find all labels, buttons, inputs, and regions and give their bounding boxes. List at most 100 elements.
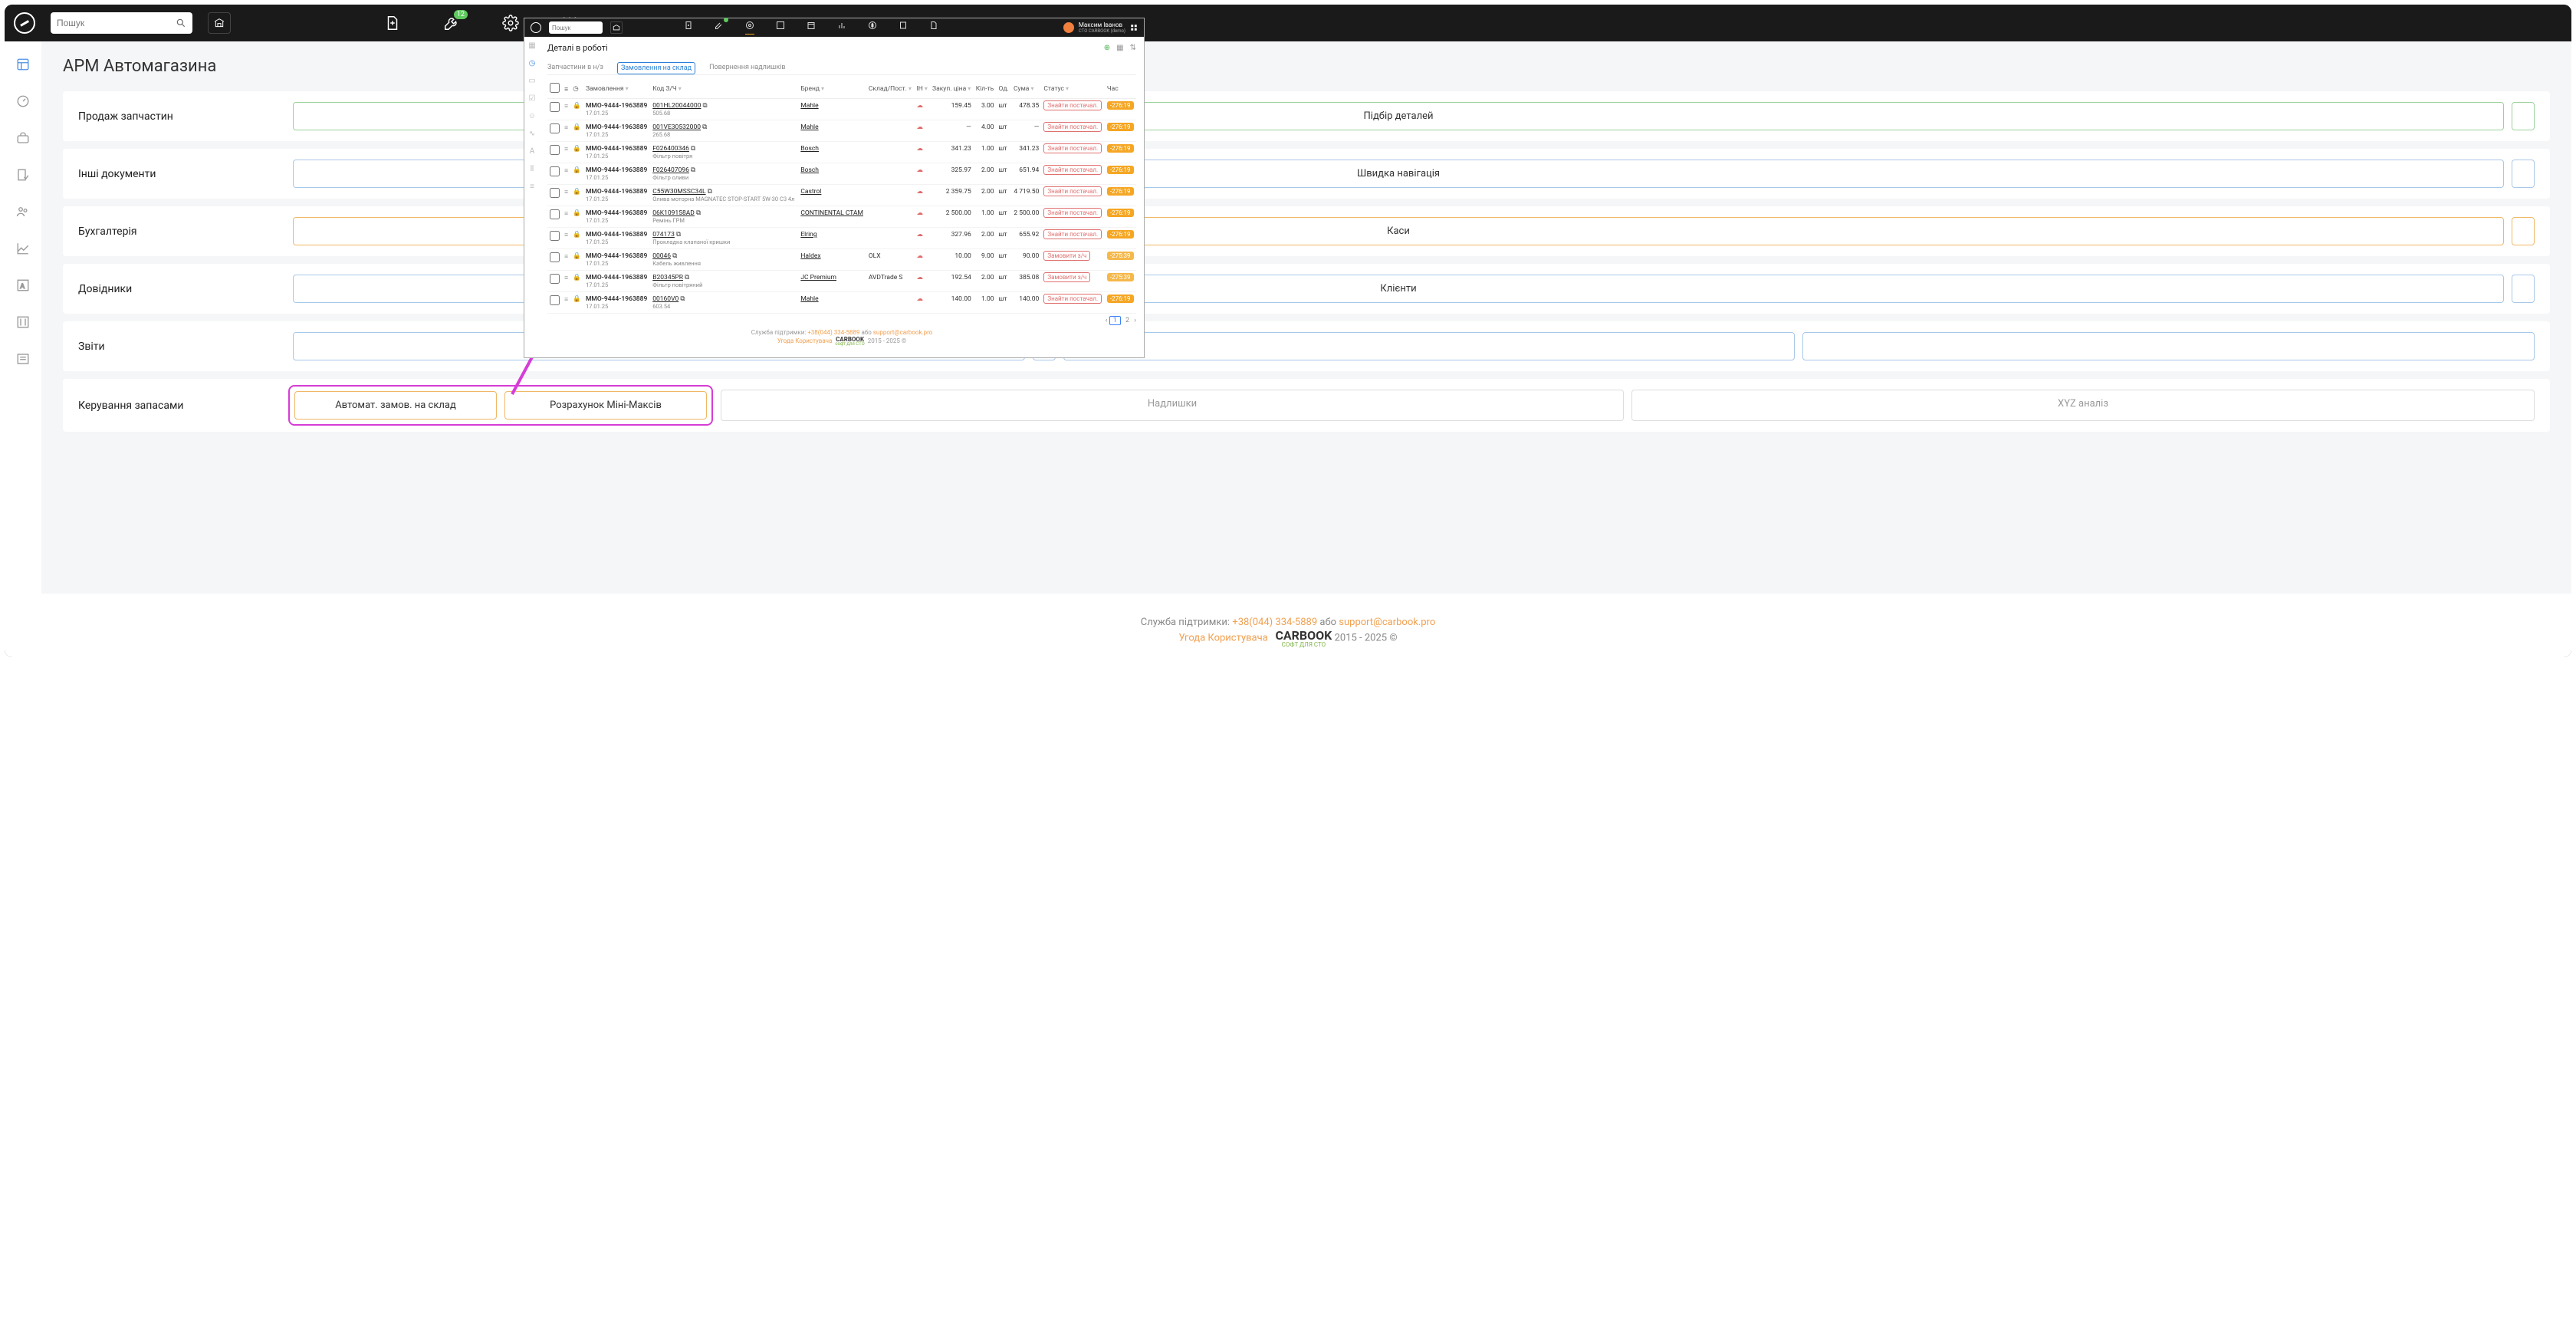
row-menu-icon[interactable]: ≡ — [564, 188, 568, 196]
mr-users-icon[interactable]: ☺ — [528, 112, 536, 120]
mini-sliders-icon[interactable] — [776, 21, 785, 35]
row-menu-icon[interactable]: ≡ — [564, 123, 568, 132]
row-menu-icon[interactable]: ≡ — [564, 274, 568, 282]
copy-icon[interactable]: ⧉ — [703, 102, 708, 110]
row-lock-icon[interactable]: 🔒 — [573, 295, 581, 303]
order-cell[interactable]: MMO-9444-196388917.01.25 — [583, 142, 650, 163]
brand-cell[interactable]: Bosch — [798, 163, 866, 185]
row-lock-icon[interactable]: 🔒 — [573, 166, 581, 174]
copy-icon[interactable]: ⧉ — [685, 274, 689, 281]
mini-search[interactable] — [549, 21, 603, 34]
copy-icon[interactable]: ⧉ — [691, 166, 695, 174]
row-lock-icon[interactable]: 🔒 — [573, 145, 581, 153]
brand-cell[interactable]: Mahle — [798, 292, 866, 314]
footer-phone[interactable]: +38(044) 334-5889 — [1232, 617, 1317, 628]
status-cell[interactable]: Знайти постачал. — [1041, 206, 1105, 228]
order-cell[interactable]: MMO-9444-196388917.01.25 — [583, 271, 650, 292]
mr-sl-icon[interactable]: ⫴ — [531, 165, 534, 173]
row-checkbox[interactable] — [550, 231, 560, 241]
search-box[interactable] — [51, 12, 192, 34]
code-cell[interactable]: B20345PR ⧉Фільтр повітряний — [650, 271, 798, 292]
th-code[interactable]: Код З/Ч — [652, 85, 677, 93]
order-cell[interactable]: MMO-9444-196388917.01.25 — [583, 120, 650, 142]
mini-search-input[interactable] — [552, 25, 600, 31]
wrench-icon[interactable]: 12 — [443, 15, 460, 31]
footer-agreement[interactable]: Угода Користувача — [1178, 632, 1267, 643]
mf-agreement[interactable]: Угода Користувача — [777, 337, 833, 344]
add-document-icon[interactable] — [384, 15, 401, 31]
row-lock-icon[interactable]: 🔒 — [573, 252, 581, 260]
row-lock-icon[interactable]: 🔒 — [573, 102, 581, 110]
row-menu-icon[interactable]: ≡ — [564, 209, 568, 218]
rail-users-icon[interactable] — [15, 204, 31, 219]
filter-icon[interactable]: ▾ — [1066, 85, 1069, 92]
mini-doc-icon[interactable] — [684, 21, 693, 35]
copy-icon[interactable]: ⧉ — [691, 145, 695, 153]
th-menu-icon[interactable]: ≡ — [564, 86, 568, 94]
filter-icon[interactable]: ▾ — [626, 85, 629, 92]
mini-tab-1[interactable]: Замовлення на склад — [617, 62, 695, 74]
mini-building-button[interactable] — [610, 21, 623, 34]
mini-logo[interactable] — [531, 22, 541, 33]
mr-case-icon[interactable]: ▭ — [528, 77, 535, 85]
mr-chart-icon[interactable]: ∿ — [529, 130, 535, 138]
settings-icon[interactable] — [502, 15, 519, 31]
btn-placeholder[interactable] — [2512, 160, 2535, 188]
btn-minmax[interactable]: Розрахунок Міні-Максів — [504, 391, 707, 420]
btn-placeholder[interactable] — [2512, 102, 2535, 130]
pager-prev-icon[interactable]: ‹ — [1106, 317, 1108, 324]
status-cell[interactable]: Замовити з/ч — [1041, 271, 1105, 292]
mini-cal-icon[interactable] — [807, 21, 816, 35]
rail-list-icon[interactable] — [15, 351, 31, 367]
mini-apps-icon[interactable] — [1130, 24, 1138, 31]
status-cell[interactable]: Знайти постачал. — [1041, 228, 1105, 249]
row-checkbox[interactable] — [550, 274, 560, 284]
copy-icon[interactable]: ⧉ — [696, 209, 701, 217]
th-clock-icon[interactable]: ◷ — [573, 85, 578, 93]
status-cell[interactable]: Замовити з/ч — [1041, 249, 1105, 271]
mini-page-icon[interactable] — [929, 21, 938, 35]
copy-icon[interactable]: ⧉ — [680, 295, 685, 303]
filter-icon[interactable]: ▾ — [1030, 85, 1033, 92]
order-cell[interactable]: MMO-9444-196388917.01.25 — [583, 249, 650, 271]
code-cell[interactable]: 00046 ⧉Кабель живлення — [650, 249, 798, 271]
mini-swap-icon[interactable]: ⇅ — [1130, 44, 1136, 52]
code-cell[interactable]: 06K109158AD ⧉Ремінь ГРМ — [650, 206, 798, 228]
row-checkbox[interactable] — [550, 209, 560, 219]
brand-cell[interactable]: Castrol — [798, 185, 866, 206]
btn-xyz[interactable]: XYZ аналіз — [1631, 390, 2535, 421]
row-checkbox[interactable] — [550, 123, 560, 133]
pager-current[interactable]: 1 — [1109, 316, 1121, 325]
code-cell[interactable]: F026407096 ⧉Фільтр оливи — [650, 163, 798, 185]
order-cell[interactable]: MMO-9444-196388917.01.25 — [583, 99, 650, 120]
pager-next-page[interactable]: 2 — [1125, 317, 1129, 324]
brand-cell[interactable]: Mahle — [798, 120, 866, 142]
row-lock-icon[interactable]: 🔒 — [573, 274, 581, 281]
filter-icon[interactable]: ▾ — [925, 85, 928, 92]
search-input[interactable] — [57, 18, 176, 28]
mini-add-icon[interactable]: ⊕ — [1104, 44, 1110, 52]
th-brand[interactable]: Бренд — [800, 85, 820, 93]
th-store[interactable]: Склад/Пост. — [869, 85, 907, 93]
copy-icon[interactable]: ⧉ — [676, 231, 681, 239]
filter-icon[interactable]: ▾ — [968, 85, 971, 92]
select-all-checkbox[interactable] — [550, 83, 560, 93]
mr-gauge-icon[interactable]: ◷ — [529, 59, 536, 67]
th-unit[interactable]: Од. — [999, 85, 1009, 93]
order-cell[interactable]: MMO-9444-196388917.01.25 — [583, 206, 650, 228]
th-status[interactable]: Статус — [1043, 85, 1064, 93]
rail-gauge-icon[interactable] — [15, 94, 31, 109]
code-cell[interactable]: F026400346 ⧉Фільтр повітря — [650, 142, 798, 163]
copy-icon[interactable]: ⧉ — [702, 123, 707, 131]
order-cell[interactable]: MMO-9444-196388917.01.25 — [583, 228, 650, 249]
btn-auto-order[interactable]: Автомат. замов. на склад — [294, 391, 497, 420]
mini-tab-0[interactable]: Запчастини в н/з — [547, 64, 603, 74]
copy-icon[interactable]: ⧉ — [672, 252, 677, 260]
th-qty[interactable]: Кіл-ть — [976, 85, 994, 93]
status-cell[interactable]: Знайти постачал. — [1041, 120, 1105, 142]
row-lock-icon[interactable]: 🔒 — [573, 231, 581, 239]
status-cell[interactable]: Знайти постачал. — [1041, 99, 1105, 120]
row-lock-icon[interactable]: 🔒 — [573, 209, 581, 217]
row-checkbox[interactable] — [550, 145, 560, 155]
row-checkbox[interactable] — [550, 166, 560, 176]
